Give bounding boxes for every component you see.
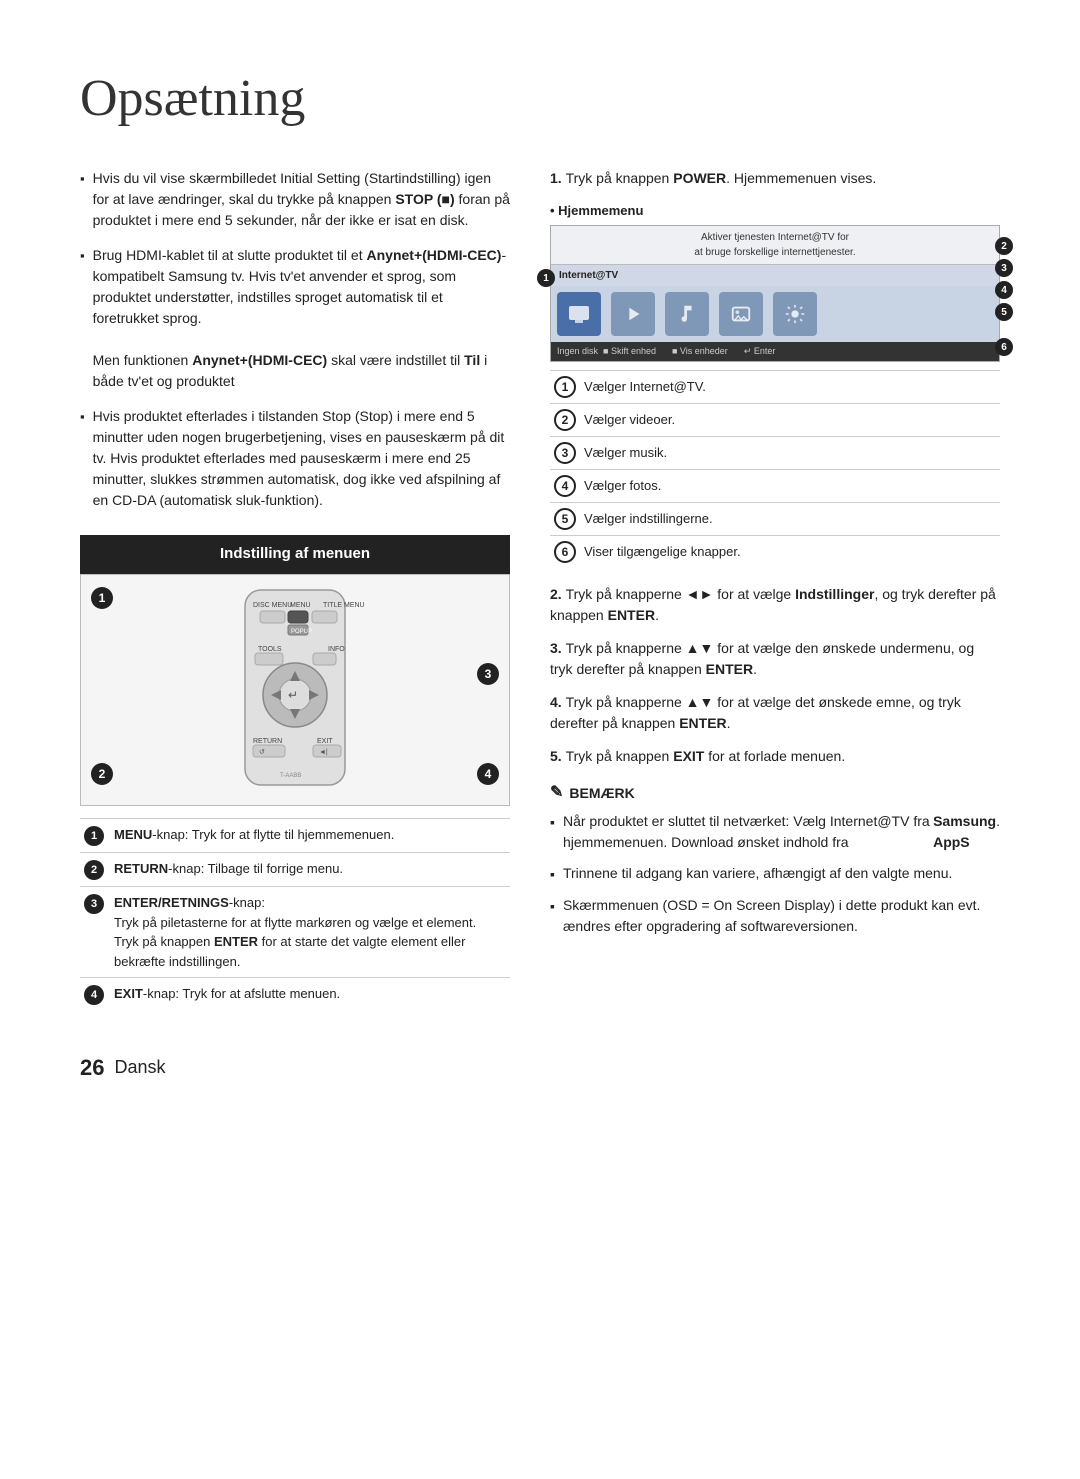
hjemme-text-6: Viser tilgængelige knapper.	[580, 536, 1000, 569]
left-column: Hvis du vil vise skærmbilledet Initial S…	[80, 168, 510, 1011]
hjemme-label: • Hjemmemenu	[550, 201, 1000, 221]
note-title: ✎ BEMÆRK	[550, 781, 1000, 805]
callout-3: 3	[477, 663, 499, 685]
screen-icon-active	[557, 292, 601, 336]
hjemme-num-5: 5	[554, 508, 576, 530]
page-title: Opsætning	[80, 60, 1000, 138]
svg-text:POPUP: POPUP	[291, 629, 312, 635]
hjemme-text-5: Vælger indstillingerne.	[580, 503, 1000, 536]
note-box: ✎ BEMÆRK Når produktet er sluttet til ne…	[550, 781, 1000, 937]
note-bullet-2: Trinnene til adgang kan variere, afhængi…	[550, 863, 1000, 885]
step-2: 2. Tryk på knapperne ◄► for at vælge Ind…	[550, 584, 1000, 626]
screen-top-text: Aktiver tjenesten Internet@TV forat brug…	[551, 226, 999, 265]
svg-text:RETURN: RETURN	[253, 738, 282, 745]
callout-r4: 4	[995, 278, 1013, 301]
svg-text:T-AABB: T-AABB	[280, 773, 301, 779]
note-icon: ✎	[550, 781, 563, 805]
svg-text:↵: ↵	[288, 688, 298, 702]
remote-illustration: DISC MENU MENU TITLE MENU POPUP TOOLS IN…	[80, 574, 510, 806]
hjemme-num-4: 4	[554, 475, 576, 497]
right-column: 1. Tryk på knappen POWER. Hjemmemenuen v…	[550, 168, 1000, 1011]
page-number: 26	[80, 1051, 104, 1084]
note-bullet-3: Skærmmenuen (OSD = On Screen Display) i …	[550, 895, 1000, 937]
svg-text:◄|: ◄|	[319, 749, 328, 756]
callout-r5: 5	[995, 300, 1013, 323]
annotation-num-4: 4	[84, 985, 104, 1005]
hjemme-row-3: 3 Vælger musik.	[550, 437, 1000, 470]
annotation-num-3: 3	[84, 894, 104, 914]
hjemme-num-3: 3	[554, 442, 576, 464]
hjemme-text-2: Vælger videoer.	[580, 404, 1000, 437]
step-4: 4. Tryk på knapperne ▲▼ for at vælge det…	[550, 692, 1000, 734]
callout-r2: 2	[995, 234, 1013, 257]
annotation-text-1: MENU-knap: Tryk for at flytte til hjemme…	[110, 818, 510, 852]
hjemme-num-2: 2	[554, 409, 576, 431]
note-bullets: Når produktet er sluttet til netværket: …	[550, 811, 1000, 937]
screen-icon-2	[611, 292, 655, 336]
step-1: 1. Tryk på knappen POWER. Hjemmemenuen v…	[550, 168, 1000, 189]
hjemme-row-2: 2 Vælger videoer.	[550, 404, 1000, 437]
remote-svg: DISC MENU MENU TITLE MENU POPUP TOOLS IN…	[195, 585, 395, 795]
annotation-num-2: 2	[84, 860, 104, 880]
screen-icon-4	[719, 292, 763, 336]
callout-1: 1	[91, 587, 113, 609]
svg-text:DISC MENU: DISC MENU	[253, 602, 292, 609]
bullet-2: Brug HDMI-kablet til at slutte produktet…	[80, 245, 510, 392]
bullet-1: Hvis du vil vise skærmbilledet Initial S…	[80, 168, 510, 231]
hjemme-text-4: Vælger fotos.	[580, 470, 1000, 503]
callout-r3: 3	[995, 256, 1013, 279]
callout-r6: 6	[995, 335, 1013, 358]
svg-text:INFO: INFO	[328, 646, 345, 653]
hjemme-row-6: 6 Viser tilgængelige knapper.	[550, 536, 1000, 569]
page-footer: 26 Dansk	[80, 1051, 1000, 1084]
svg-text:MENU: MENU	[290, 602, 311, 609]
annotation-text-3: ENTER/RETNINGS-knap: Tryk på piletastern…	[110, 887, 510, 978]
annotation-text-4: EXIT-knap: Tryk for at afslutte menuen.	[110, 978, 510, 1012]
callout-4: 4	[477, 763, 499, 785]
annotation-row-4: 4 EXIT-knap: Tryk for at afslutte menuen…	[80, 978, 510, 1012]
svg-text:TOOLS: TOOLS	[258, 646, 282, 653]
annotation-row-3: 3 ENTER/RETNINGS-knap: Tryk på piletaste…	[80, 887, 510, 978]
callout-2: 2	[91, 763, 113, 785]
hjemme-row-1: 1 Vælger Internet@TV.	[550, 371, 1000, 404]
hjemme-text-3: Vælger musik.	[580, 437, 1000, 470]
svg-text:TITLE MENU: TITLE MENU	[323, 602, 365, 609]
hjemme-num-1: 1	[554, 376, 576, 398]
hjemme-screen: 2 3 4 5 1 6 Aktiver tjenesten Internet@T…	[550, 225, 1000, 363]
annotation-row-2: 2 RETURN-knap: Tilbage til forrige menu.	[80, 852, 510, 886]
screen-bottom-bar: Ingen disk ■ Skift enhed ■ Vis enheder ↵…	[551, 342, 999, 362]
hjemme-num-6: 6	[554, 541, 576, 563]
callout-l1: 1	[537, 266, 555, 289]
bullet-3: Hvis produktet efterlades i tilstanden S…	[80, 406, 510, 511]
screen-icon-5	[773, 292, 817, 336]
annotation-row-1: 1 MENU-knap: Tryk for at flytte til hjem…	[80, 818, 510, 852]
hjemme-table: 1 Vælger Internet@TV. 2 Vælger videoer. …	[550, 370, 1000, 568]
annotation-text-2: RETURN-knap: Tilbage til forrige menu.	[110, 852, 510, 886]
svg-text:EXIT: EXIT	[317, 738, 333, 745]
screen-icons-row	[551, 286, 999, 342]
hjemme-row-5: 5 Vælger indstillingerne.	[550, 503, 1000, 536]
step-3: 3. Tryk på knapperne ▲▼ for at vælge den…	[550, 638, 1000, 680]
annotation-num-1: 1	[84, 826, 104, 846]
note-bullet-1: Når produktet er sluttet til netværket: …	[550, 811, 1000, 853]
remote-annotations-table: 1 MENU-knap: Tryk for at flytte til hjem…	[80, 818, 510, 1012]
step-5: 5. Tryk på knappen EXIT for at forlade m…	[550, 746, 1000, 767]
section-header: Indstilling af menuen	[80, 535, 510, 574]
hjemme-text-1: Vælger Internet@TV.	[580, 371, 1000, 404]
steps-list: 2. Tryk på knapperne ◄► for at vælge Ind…	[550, 584, 1000, 767]
screen-menu-label: Internet@TV	[551, 265, 999, 286]
svg-text:↺: ↺	[259, 749, 265, 756]
screen-icon-3	[665, 292, 709, 336]
hjemme-row-4: 4 Vælger fotos.	[550, 470, 1000, 503]
intro-bullets: Hvis du vil vise skærmbilledet Initial S…	[80, 168, 510, 511]
page-language: Dansk	[114, 1054, 165, 1081]
